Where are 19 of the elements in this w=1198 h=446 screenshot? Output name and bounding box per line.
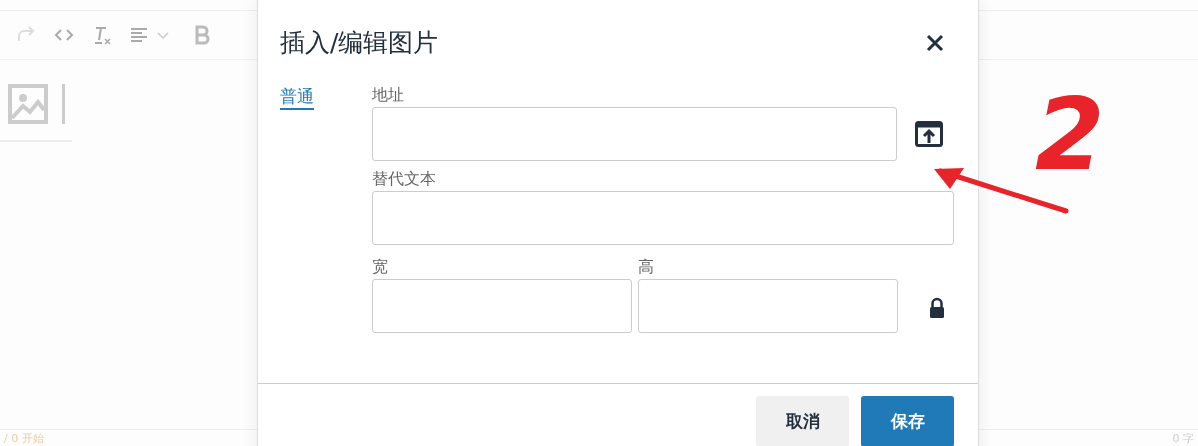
annotation-number: 2 — [1035, 85, 1105, 185]
upload-icon[interactable] — [915, 120, 943, 147]
save-button[interactable]: 保存 — [861, 396, 954, 446]
field-label: 高 — [638, 256, 655, 277]
input-field[interactable] — [372, 278, 632, 333]
close-icon — [926, 33, 944, 52]
lock-icon[interactable] — [929, 296, 945, 319]
field-label: 宽 — [372, 256, 389, 277]
input-field[interactable] — [372, 106, 897, 161]
dialog-title: 插入/编辑图片 — [280, 27, 439, 60]
field-label: 地址 — [372, 84, 405, 105]
text-cursor — [62, 84, 65, 124]
image-icon — [8, 84, 48, 124]
cancel-button[interactable]: 取消 — [756, 396, 849, 446]
input-field[interactable] — [372, 190, 954, 245]
input-field[interactable] — [638, 278, 898, 333]
dialog-tab[interactable]: 普通 — [280, 85, 314, 110]
status-text: / 0 开始 — [4, 430, 44, 446]
field-label: 替代文本 — [372, 168, 437, 189]
